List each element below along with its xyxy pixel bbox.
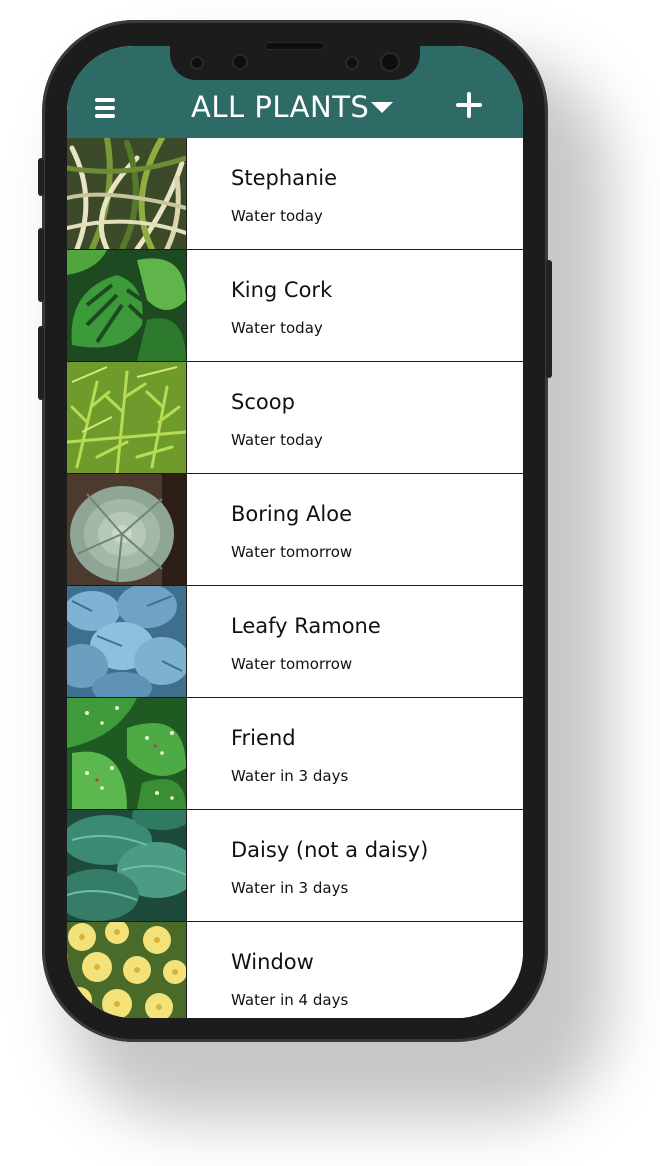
plant-row-daisy[interactable]: Daisy (not a daisy) Water in 3 days [67, 810, 523, 922]
plant-row-window[interactable]: Window Water in 4 days [67, 922, 523, 1018]
plant-photo [67, 362, 187, 473]
plant-photo [67, 474, 187, 585]
watering-status: Water tomorrow [231, 655, 353, 673]
chevron-down-icon[interactable] [371, 102, 393, 113]
power-button [546, 260, 552, 378]
plant-name: Daisy (not a daisy) [231, 838, 429, 862]
plant-row-friend[interactable]: Friend Water in 3 days [67, 698, 523, 810]
plant-row-stephanie[interactable]: Stephanie Water today [67, 138, 523, 250]
plant-photo [67, 922, 187, 1018]
plant-name: Leafy Ramone [231, 614, 381, 638]
mute-switch [38, 158, 44, 196]
sensor [345, 56, 359, 70]
watering-status: Water today [231, 319, 323, 337]
plant-name: Stephanie [231, 166, 338, 190]
watering-status: Water in 3 days [231, 879, 349, 897]
plant-name: Window [231, 950, 314, 974]
earpiece-speaker [265, 42, 325, 50]
sensor [380, 52, 400, 72]
plant-name: Scoop [231, 390, 295, 414]
plant-photo [67, 250, 187, 361]
plant-row-king-cork[interactable]: King Cork Water today [67, 250, 523, 362]
volume-down-button [38, 326, 44, 400]
phone-notch [170, 30, 420, 80]
hamburger-menu-icon[interactable] [95, 98, 115, 118]
plant-name: Friend [231, 726, 296, 750]
plant-list: Stephanie Water today King Cork Water to… [67, 138, 523, 1018]
front-camera [190, 56, 204, 70]
volume-up-button [38, 228, 44, 302]
plant-photo [67, 138, 187, 249]
plant-photo [67, 586, 187, 697]
plant-row-scoop[interactable]: Scoop Water today [67, 362, 523, 474]
plant-name: King Cork [231, 278, 333, 302]
watering-status: Water today [231, 207, 323, 225]
plant-row-boring-aloe[interactable]: Boring Aloe Water tomorrow [67, 474, 523, 586]
plant-name: Boring Aloe [231, 502, 353, 526]
plant-photo [67, 698, 187, 809]
plant-photo [67, 810, 187, 921]
app-screen: ALL PLANTS Stephanie Water today King Co… [67, 46, 523, 1018]
page-title[interactable]: ALL PLANTS [191, 90, 369, 124]
sensor [232, 54, 248, 70]
watering-status: Water in 4 days [231, 991, 349, 1009]
watering-status: Water in 3 days [231, 767, 349, 785]
watering-status: Water today [231, 431, 323, 449]
plant-row-leafy-ramone[interactable]: Leafy Ramone Water tomorrow [67, 586, 523, 698]
plus-icon[interactable] [456, 92, 482, 118]
watering-status: Water tomorrow [231, 543, 353, 561]
